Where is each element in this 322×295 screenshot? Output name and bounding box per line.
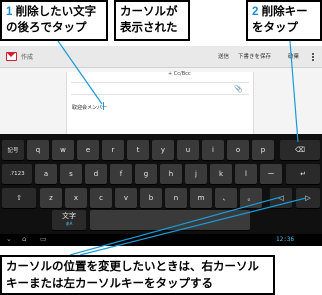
step1-text-line2: の後ろでタップ: [6, 22, 87, 34]
key-n[interactable]: n: [165, 188, 187, 208]
key-g[interactable]: g: [135, 164, 157, 184]
cursor-shown-callout: カーソルが 表示された: [114, 0, 190, 41]
key-a[interactable]: a: [35, 164, 57, 184]
key-v[interactable]: v: [115, 188, 137, 208]
cc-bcc-link[interactable]: + Cc/Bcc: [168, 71, 191, 77]
step1-callout: 1 削除したい文字 の後ろでタップ: [0, 0, 108, 41]
cursor-tip-line2: キーまたは左カーソルキーをタップする: [6, 278, 213, 290]
message-body-text[interactable]: 取迎会メンバー: [72, 104, 107, 111]
input-mode-label: 文字: [62, 212, 76, 220]
to-field-line[interactable]: [71, 82, 249, 83]
key-j[interactable]: j: [185, 164, 207, 184]
step1-number: 1: [6, 6, 13, 18]
step1-line1: 1 削除したい文字: [6, 4, 102, 20]
gmail-compose-screen: 作成 送信 下書きを保存 破棄 + Cc/Bcc 📎 取迎会メンバー: [0, 46, 322, 134]
key-i[interactable]: i: [202, 140, 224, 160]
input-mode-sub-label: あA: [65, 221, 73, 226]
key-e[interactable]: e: [77, 140, 99, 160]
symbol-key[interactable]: 記号: [2, 140, 24, 160]
soft-keyboard: 記号 q w e r t y u i o p ⌫ .?123 a s d f g…: [0, 134, 322, 234]
step1-text-line1: 削除したい文字: [15, 6, 97, 18]
cursor-shown-line1: カーソルが: [120, 6, 178, 18]
back-icon[interactable]: ⌄: [6, 235, 12, 243]
enter-key[interactable]: ↵: [286, 164, 320, 184]
step2-line1: 2 削除キー: [252, 4, 316, 20]
key-c[interactable]: c: [90, 188, 112, 208]
step2-callout: 2 削除キー をタップ: [246, 0, 322, 41]
key-q[interactable]: q: [27, 140, 49, 160]
recent-apps-icon[interactable]: ▭: [40, 235, 47, 243]
gmail-icon[interactable]: [6, 52, 17, 61]
left-cursor-key[interactable]: ◁: [270, 188, 292, 208]
key-d[interactable]: d: [85, 164, 107, 184]
cursor-tip-line1: カーソルの位置を変更したいときは、右カーソル: [6, 261, 259, 273]
key-h[interactable]: h: [160, 164, 182, 184]
compose-form: [66, 72, 254, 134]
cursor-shown-line2: 表示された: [120, 22, 178, 34]
overflow-menu-icon[interactable]: [312, 53, 315, 62]
cursor-tip-callout: カーソルの位置を変更したいときは、右カーソル キーまたは左カーソルキーをタップす…: [0, 255, 275, 295]
paperclip-icon[interactable]: 📎: [234, 85, 243, 93]
action-bar: 作成 送信 下書きを保存 破棄: [0, 46, 322, 68]
subject-field-line[interactable]: [71, 94, 249, 95]
key-o[interactable]: o: [227, 140, 249, 160]
key-b[interactable]: b: [140, 188, 162, 208]
discard-button[interactable]: 破棄: [288, 52, 299, 60]
key-y[interactable]: y: [152, 140, 174, 160]
key-r[interactable]: r: [102, 140, 124, 160]
home-icon[interactable]: ⌂: [22, 235, 26, 243]
right-cursor-key[interactable]: ▷: [296, 188, 320, 208]
space-bar[interactable]: [90, 210, 250, 230]
status-clock: 12:36: [276, 236, 295, 243]
text-cursor: [103, 102, 104, 110]
key-f[interactable]: f: [110, 164, 132, 184]
key-comma[interactable]: 、: [215, 188, 237, 208]
shift-key[interactable]: ⇧: [2, 188, 36, 208]
key-w[interactable]: w: [52, 140, 74, 160]
app-title: 作成: [21, 54, 34, 61]
step2-number: 2: [252, 6, 259, 18]
step2-text-line1: 削除キー: [261, 6, 308, 18]
key-p[interactable]: p: [252, 140, 274, 160]
key-u[interactable]: u: [177, 140, 199, 160]
key-long-vowel[interactable]: ー: [260, 164, 282, 184]
numeric-key[interactable]: .?123: [2, 164, 32, 184]
key-k[interactable]: k: [210, 164, 232, 184]
key-m[interactable]: m: [190, 188, 212, 208]
send-button[interactable]: 送信: [218, 52, 229, 60]
save-draft-button[interactable]: 下書きを保存: [238, 52, 271, 60]
key-l[interactable]: l: [235, 164, 257, 184]
system-nav-bar: ⌄ ⌂ ▭ 12:36: [0, 234, 322, 246]
key-period[interactable]: 。: [240, 188, 262, 208]
key-s[interactable]: s: [60, 164, 82, 184]
key-x[interactable]: x: [65, 188, 87, 208]
step2-text-line2: をタップ: [252, 22, 298, 34]
key-z[interactable]: z: [40, 188, 62, 208]
delete-key[interactable]: ⌫: [280, 140, 320, 160]
key-t[interactable]: t: [127, 140, 149, 160]
input-mode-key[interactable]: 文字 あA: [52, 210, 86, 230]
